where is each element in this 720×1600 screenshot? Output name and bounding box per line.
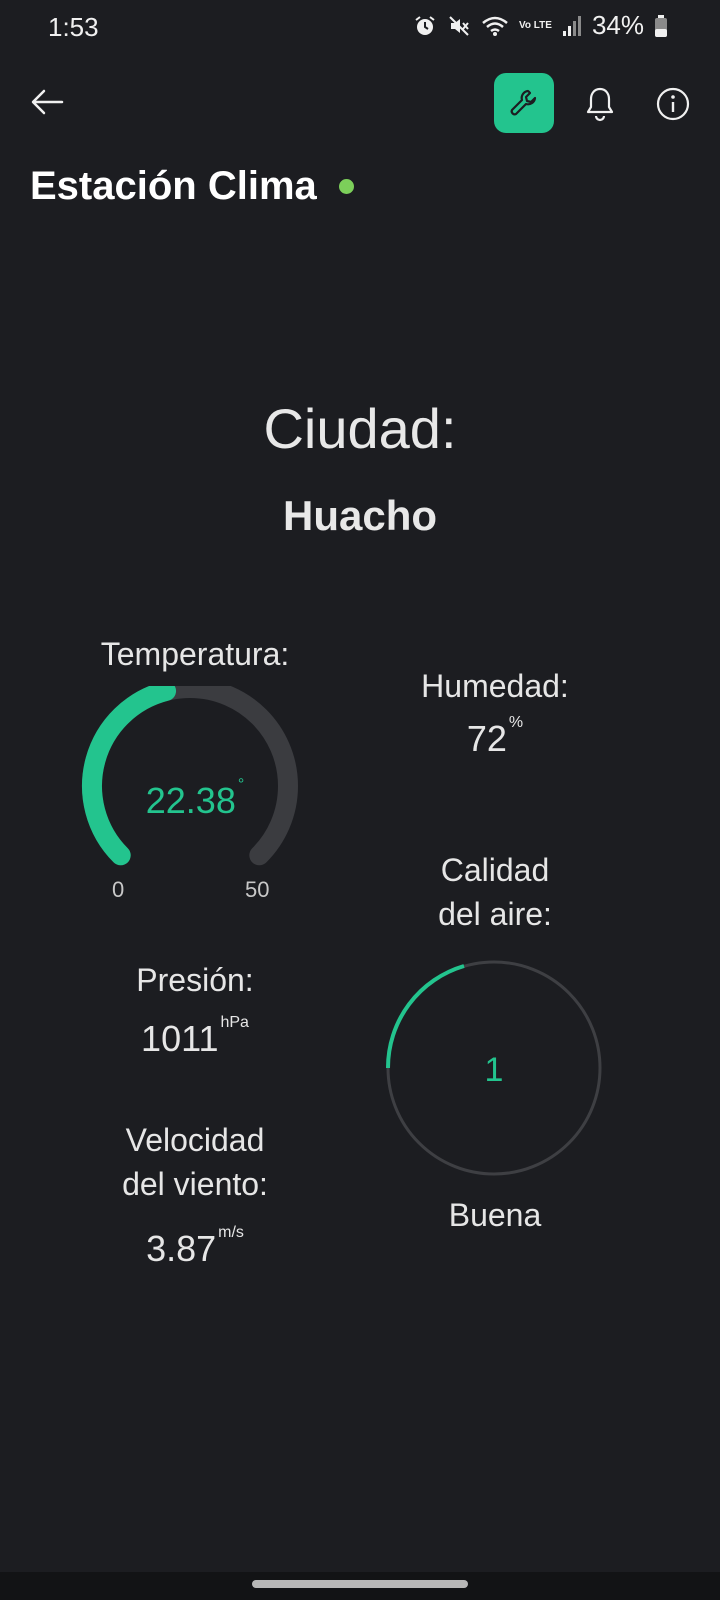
- wind-label-line2: del viento:: [122, 1166, 268, 1202]
- battery-icon: [655, 14, 667, 37]
- info-button[interactable]: [651, 82, 695, 126]
- wind-number: 3.87: [146, 1228, 217, 1269]
- city-label: Ciudad:: [263, 397, 457, 460]
- arrow-left-icon: [31, 89, 64, 115]
- city-value: Huacho: [282, 492, 437, 539]
- gauge-max: 50: [245, 877, 270, 902]
- pressure-label: Presión:: [136, 962, 254, 998]
- network-type: Vo LTE: [518, 19, 552, 31]
- gauge-min: 0: [112, 877, 125, 902]
- notifications-button[interactable]: [578, 82, 622, 126]
- temperature-number: 22.38: [145, 780, 236, 821]
- wind-value: 3.87 m/s: [95, 1224, 295, 1270]
- wind-label: Velocidad del viento:: [95, 1118, 295, 1206]
- device-name: Estación Clima: [30, 164, 317, 208]
- battery-percent: 34%: [591, 10, 644, 40]
- temperature-value: 22.38 °: [95, 776, 295, 822]
- wind-unit: m/s: [218, 1224, 244, 1241]
- humidity-label: Humedad:: [421, 668, 569, 704]
- temperature-label: Temperatura:: [100, 636, 290, 672]
- home-handle[interactable]: [252, 1580, 468, 1588]
- air-quality-value: 1: [484, 1051, 504, 1089]
- bell-icon: [586, 87, 614, 122]
- alarm-icon: [415, 15, 435, 35]
- back-button[interactable]: [26, 82, 70, 126]
- air-quality-label: Calidad del aire:: [405, 848, 585, 936]
- info-icon: [656, 87, 690, 121]
- signal-icon: [562, 15, 581, 36]
- air-quality-label-line2: del aire:: [438, 896, 552, 932]
- status-icons: Vo LTE 34%: [413, 10, 668, 41]
- online-status-dot: [338, 179, 354, 194]
- pressure-value: 1011 hPa: [95, 1014, 295, 1060]
- mute-icon: [449, 15, 469, 36]
- page-title: Estación Clima: [30, 164, 354, 209]
- humidity-number: 72: [466, 718, 507, 759]
- air-quality-status: Buena: [448, 1197, 542, 1233]
- humidity-unit: %: [508, 714, 524, 731]
- settings-button[interactable]: [494, 73, 554, 133]
- wind-label-line1: Velocidad: [125, 1122, 265, 1158]
- wifi-icon: [482, 16, 508, 36]
- pressure-number: 1011: [141, 1018, 219, 1059]
- wrench-icon: [510, 89, 537, 116]
- temperature-unit: °: [237, 776, 245, 793]
- humidity-value: 72%: [405, 714, 585, 760]
- gauge-fill: [82, 686, 177, 866]
- status-time: 1:53: [48, 12, 99, 42]
- pressure-unit: hPa: [220, 1014, 249, 1031]
- air-quality-label-line1: Calidad: [440, 852, 550, 888]
